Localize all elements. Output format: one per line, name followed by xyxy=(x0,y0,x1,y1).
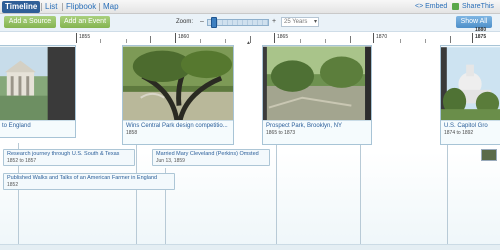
event-title[interactable]: Published Walks and Talks of an American… xyxy=(7,175,171,182)
now-marker-icon: ▲ xyxy=(246,40,251,46)
connector-line xyxy=(136,133,137,250)
timeline-canvas[interactable]: 1855 1860 1865 1870 1875 1880 ▲ to Engla… xyxy=(0,27,500,250)
event-item[interactable]: Married Mary Cleveland (Perkins) Omsted … xyxy=(152,149,270,166)
top-nav-bar: Timeline List Flipbook Map <> Embed Shar… xyxy=(0,0,500,14)
minor-tick xyxy=(400,39,401,43)
timeline-scroll-bar[interactable] xyxy=(0,244,500,250)
zoom-slider-handle[interactable] xyxy=(211,17,217,28)
event-date: 1852 to 1857 xyxy=(7,158,37,164)
show-all-button[interactable]: Show All xyxy=(456,16,492,28)
capitol-image xyxy=(441,47,500,121)
minor-tick xyxy=(150,36,151,43)
building-image xyxy=(0,46,75,122)
year-tick xyxy=(274,33,275,43)
timeline-card[interactable]: to England xyxy=(0,45,76,138)
minor-tick xyxy=(325,39,326,43)
minor-tick xyxy=(350,36,351,43)
add-source-button[interactable]: Add a Source xyxy=(4,16,56,28)
year-label: 1860 xyxy=(178,34,190,40)
zoom-out-button[interactable]: – xyxy=(200,18,204,26)
year-tick xyxy=(472,33,473,43)
tab-flipbook[interactable]: Flipbook xyxy=(63,1,99,13)
timeline-card[interactable]: Prospect Park, Brooklyn, NY 1865 to 1873 xyxy=(262,45,372,145)
event-date: Jun 13, 1859 xyxy=(156,158,185,164)
minor-tick xyxy=(126,39,127,43)
zoom-label: Zoom: xyxy=(176,19,194,25)
card-title[interactable]: Wins Central Park design competitio... xyxy=(126,122,230,130)
minor-tick xyxy=(225,39,226,43)
year-label: 1870 xyxy=(376,34,388,40)
card-caption: Wins Central Park design competitio... 1… xyxy=(123,120,233,144)
range-end-label: 1880 xyxy=(475,27,487,33)
event-item[interactable]: Published Walks and Talks of an American… xyxy=(3,173,175,190)
range-start-label: 1875 xyxy=(475,34,487,40)
tab-list[interactable]: List xyxy=(42,1,60,13)
connector-line xyxy=(447,133,448,250)
year-label: 1865 xyxy=(277,34,289,40)
tab-timeline[interactable]: Timeline xyxy=(2,1,41,13)
year-tick xyxy=(175,33,176,43)
event-title[interactable]: Research journey through U.S. South & Te… xyxy=(7,151,131,158)
timeline-card[interactable]: U.S. Capitol Gro 1874 to 1892 xyxy=(440,45,500,145)
share-link[interactable]: ShareThis xyxy=(462,1,494,13)
timeline-toolbar: Add a Source Add an Event Zoom: – + 25 Y… xyxy=(0,14,500,32)
card-title[interactable]: Prospect Park, Brooklyn, NY xyxy=(266,122,368,130)
year-tick xyxy=(76,33,77,43)
minor-tick xyxy=(300,39,301,43)
event-date: 1852 xyxy=(7,182,19,188)
year-ruler: 1855 1860 1865 1870 1875 1880 ▲ xyxy=(0,27,500,46)
card-title[interactable]: U.S. Capitol Gro xyxy=(444,122,498,130)
card-date: 1874 to 1892 xyxy=(444,130,474,136)
card-caption: Prospect Park, Brooklyn, NY 1865 to 1873 xyxy=(263,120,371,144)
card-date: 1858 xyxy=(126,130,138,136)
add-event-button[interactable]: Add an Event xyxy=(60,16,110,28)
prospect-park-image xyxy=(263,46,371,122)
park-tree-image xyxy=(123,46,233,122)
card-title[interactable]: to England xyxy=(2,122,72,130)
year-tick xyxy=(373,33,374,43)
minor-tick xyxy=(450,36,451,43)
connector-line xyxy=(360,133,361,250)
minor-tick xyxy=(200,39,201,43)
zoom-in-button[interactable]: + xyxy=(272,17,276,26)
chevron-down-icon: ▾ xyxy=(313,19,317,25)
event-item[interactable]: Research journey through U.S. South & Te… xyxy=(3,149,135,166)
card-caption: to England xyxy=(0,120,75,137)
event-title[interactable]: Married Mary Cleveland (Perkins) Omsted xyxy=(156,151,266,158)
share-icon[interactable] xyxy=(452,3,459,10)
connector-line xyxy=(276,133,277,250)
card-caption: U.S. Capitol Gro 1874 to 1892 xyxy=(441,120,500,144)
zoom-select[interactable]: 25 Years ▾ xyxy=(281,17,319,27)
event-thumbnail[interactable] xyxy=(481,149,497,161)
zoom-select-value: 25 Years xyxy=(284,19,308,25)
card-date: 1865 to 1873 xyxy=(266,130,296,136)
tab-map[interactable]: Map xyxy=(100,1,122,13)
minor-tick xyxy=(425,39,426,43)
timeline-card[interactable]: Wins Central Park design competitio... 1… xyxy=(122,45,234,145)
minor-tick xyxy=(100,39,101,43)
embed-link[interactable]: <> Embed xyxy=(415,1,447,13)
year-label: 1855 xyxy=(79,34,91,40)
